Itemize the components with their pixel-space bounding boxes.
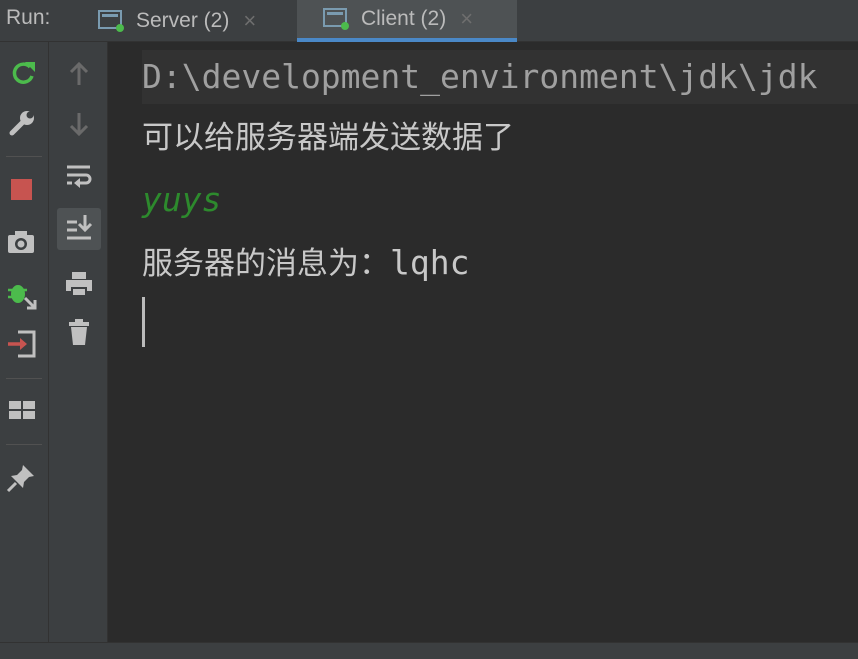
console-toolbar: [49, 42, 108, 642]
java-command-line: D:\development_environment\jdk\jdk: [142, 50, 858, 104]
tab-server-label: Server (2): [136, 9, 230, 32]
run-label: Run:: [6, 6, 51, 29]
server-message-label: 服务器的消息为：: [142, 246, 390, 282]
console-output-line: 服务器的消息为：lqhc: [142, 238, 469, 283]
rerun-icon[interactable]: [8, 58, 40, 90]
console-user-input: yuys: [142, 180, 222, 219]
tab-client[interactable]: Client (2) ×: [297, 0, 517, 42]
camera-icon[interactable]: [5, 226, 37, 258]
print-icon[interactable]: [63, 268, 95, 300]
run-console-icon: [98, 10, 124, 32]
exit-icon[interactable]: [6, 328, 38, 360]
tab-server[interactable]: Server (2) ×: [92, 0, 292, 42]
run-console-icon: [323, 8, 349, 30]
console-output-line: 可以给服务器端发送数据了: [142, 120, 514, 156]
divider: [6, 378, 42, 379]
debug-icon[interactable]: [5, 278, 37, 310]
status-bar: [0, 642, 858, 659]
tab-client-label: Client (2): [361, 7, 447, 30]
wrench-icon[interactable]: [6, 107, 38, 139]
divider: [6, 444, 42, 445]
stop-icon[interactable]: [6, 174, 38, 206]
soft-wrap-icon[interactable]: [63, 160, 95, 192]
close-icon[interactable]: ×: [460, 6, 473, 32]
scroll-to-end-icon[interactable]: [57, 208, 101, 250]
server-message-value: lqhc: [390, 243, 470, 282]
arrow-up-icon[interactable]: [63, 58, 95, 90]
layout-icon[interactable]: [6, 394, 38, 426]
close-icon[interactable]: ×: [243, 8, 256, 34]
arrow-down-icon[interactable]: [63, 108, 95, 140]
divider: [6, 156, 42, 157]
pin-icon[interactable]: [5, 462, 37, 494]
trash-icon[interactable]: [63, 316, 95, 348]
console-output[interactable]: D:\development_environment\jdk\jdk 可以给服务…: [108, 42, 858, 642]
run-toolwindow-header: Run: Server (2) × Client (2) ×: [0, 0, 858, 42]
text-caret: [142, 297, 145, 347]
run-actions-toolbar: [0, 42, 49, 642]
